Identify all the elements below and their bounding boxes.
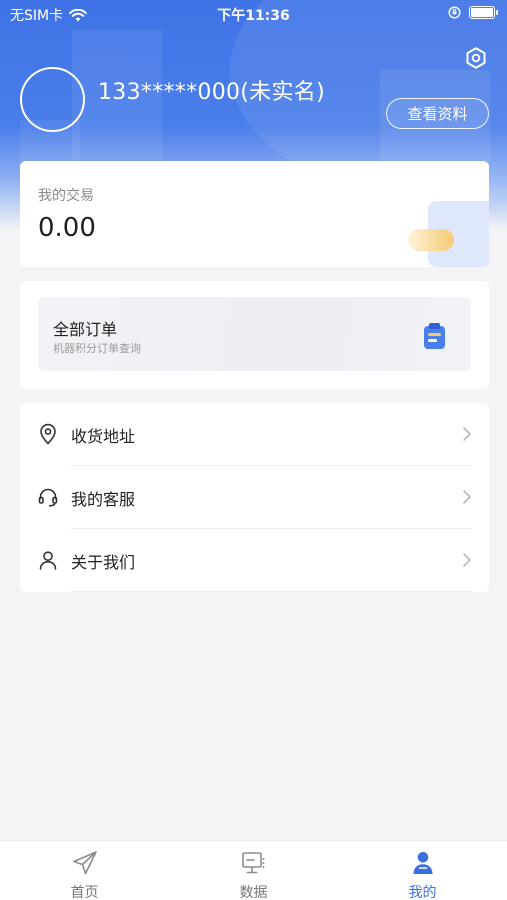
all-orders-button[interactable]: 全部订单 机器积分订单查询 — [38, 297, 471, 371]
paper-plane-icon — [73, 851, 97, 875]
user-icon — [39, 551, 57, 570]
tab-data[interactable]: 数据 — [169, 841, 338, 900]
chevron-right-icon — [463, 490, 471, 504]
tab-label: 首页 — [70, 885, 99, 900]
menu-item-shipping-address[interactable]: 收货地址 — [20, 403, 489, 466]
menu-item-about-us[interactable]: 关于我们 — [20, 529, 489, 592]
avatar[interactable] — [20, 67, 85, 132]
bottom-tab-bar: 首页 数据 我的 — [0, 840, 507, 900]
my-trade-card[interactable]: 我的交易 0.00 — [20, 161, 489, 267]
status-time: 下午11:36 — [217, 8, 290, 24]
headset-icon — [38, 488, 58, 507]
location-pin-icon — [40, 423, 56, 445]
chevron-right-icon — [463, 553, 471, 567]
menu-item-label: 关于我们 — [71, 553, 136, 572]
wallet-icon — [408, 201, 489, 267]
chevron-right-icon — [463, 427, 471, 441]
menu-divider — [71, 591, 471, 592]
user-phone: 133*****000(未实名) — [98, 80, 325, 105]
tab-mine[interactable]: 我的 — [338, 841, 507, 900]
view-profile-button[interactable]: 查看资料 — [386, 98, 489, 129]
orders-title: 全部订单 — [53, 320, 118, 339]
monitor-icon — [242, 852, 265, 874]
status-bar: 无SIM卡 下午11:36 — [0, 0, 507, 28]
menu-list: 收货地址 我的客服 关于我们 — [20, 403, 489, 592]
gear-icon — [466, 47, 486, 69]
settings-button[interactable] — [462, 44, 490, 72]
orders-subtitle: 机器积分订单查询 — [53, 342, 141, 355]
trade-label: 我的交易 — [38, 188, 94, 204]
orders-card: 全部订单 机器积分订单查询 — [20, 281, 489, 389]
menu-item-customer-service[interactable]: 我的客服 — [20, 466, 489, 529]
battery-icon — [469, 6, 498, 19]
menu-item-label: 收货地址 — [71, 427, 136, 446]
menu-item-label: 我的客服 — [71, 490, 136, 509]
tab-label: 我的 — [408, 885, 437, 900]
person-icon — [413, 852, 433, 874]
status-right — [448, 6, 498, 19]
tab-label: 数据 — [239, 885, 268, 900]
trade-value: 0.00 — [38, 213, 96, 243]
tab-home[interactable]: 首页 — [0, 841, 169, 900]
orientation-lock-icon — [448, 6, 461, 19]
clipboard-icon — [424, 323, 445, 349]
